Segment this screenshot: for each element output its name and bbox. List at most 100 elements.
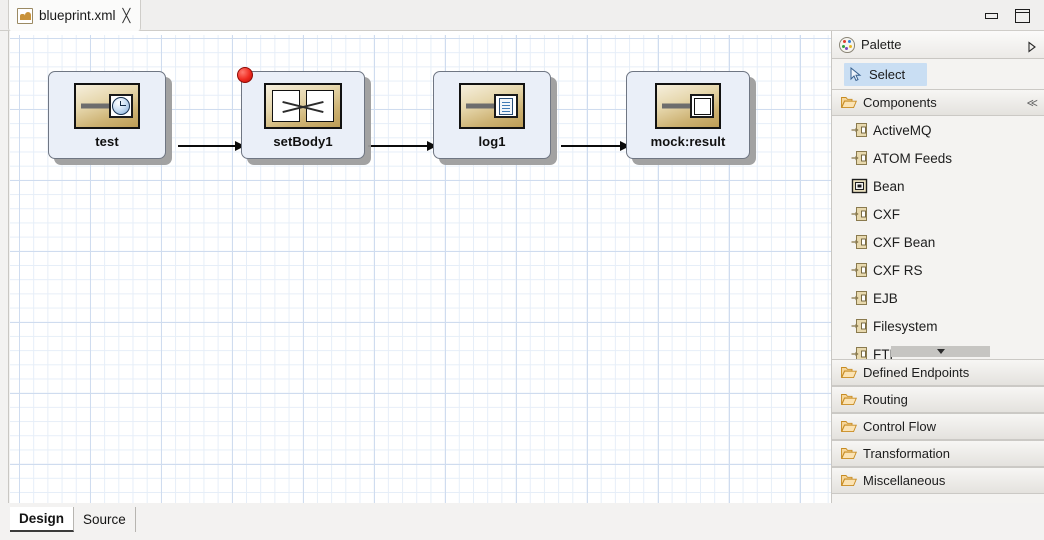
palette-select-item[interactable]: Select — [844, 62, 928, 86]
palette-item-label: ATOM Feeds — [873, 150, 953, 166]
set-body-icon — [264, 83, 342, 129]
connector-log1-to-mockresult — [561, 145, 621, 147]
palette-group-label: Miscellaneous — [863, 473, 946, 488]
node-label: test — [95, 134, 119, 149]
endpoint-icon — [851, 206, 868, 222]
maximize-icon[interactable] — [1015, 8, 1030, 23]
square-glyph — [690, 94, 714, 118]
left-gutter — [0, 31, 9, 503]
palette-item-activemq[interactable]: ActiveMQ — [832, 116, 1044, 144]
palette-item-bean[interactable]: Bean — [832, 172, 1044, 200]
clock-glyph — [109, 94, 133, 118]
mock-endpoint-icon — [655, 83, 721, 129]
palette-item-label: CXF — [873, 206, 900, 222]
inbound-arrow-icon — [466, 103, 496, 109]
endpoint-icon — [851, 290, 868, 306]
node-body[interactable]: setBody1 — [237, 67, 365, 159]
folder-open-icon — [841, 474, 857, 487]
palette-item-cxf[interactable]: CXF — [832, 200, 1044, 228]
route-diagram-canvas[interactable]: test setBody1 log1 mock:result — [10, 31, 831, 503]
bean-icon — [851, 178, 868, 194]
palette-group-label: Control Flow — [863, 419, 936, 434]
tab-source[interactable]: Source — [74, 507, 136, 532]
palette-group-miscellaneous[interactable]: Miscellaneous — [832, 467, 1044, 494]
clock-face — [112, 97, 130, 115]
tab-design-label: Design — [19, 511, 65, 526]
folder-open-icon — [841, 96, 857, 109]
palette-item-label: ActiveMQ — [873, 122, 932, 138]
palette-group-components[interactable]: Components ≪ — [832, 89, 1044, 116]
palette-group-defined-endpoints[interactable]: Defined Endpoints — [832, 359, 1044, 386]
endpoint-icon — [851, 150, 868, 166]
folder-open-icon — [841, 366, 857, 379]
palette-components-list[interactable]: ActiveMQ ATOM Feeds Bean CXF CXF Bean CX… — [832, 116, 1044, 359]
inbound-arrow-icon — [662, 103, 692, 109]
route-node-mockresult[interactable]: mock:result — [626, 71, 756, 165]
close-icon[interactable]: ╳ — [123, 9, 131, 22]
node-body[interactable]: test — [48, 71, 166, 159]
empty-square — [693, 97, 711, 115]
palette-item-label: Bean — [873, 178, 905, 194]
palette-panel: Palette Select Components ≪ ActiveMQ ATO… — [831, 31, 1044, 503]
route-node-test[interactable]: test — [48, 71, 172, 165]
scroll-down-arrow-icon[interactable] — [891, 346, 990, 357]
log-endpoint-icon — [459, 83, 525, 129]
tab-design[interactable]: Design — [10, 507, 75, 532]
inbound-arrow-icon — [81, 103, 111, 109]
palette-group-label: Routing — [863, 392, 908, 407]
endpoint-icon — [851, 234, 868, 250]
folder-open-icon — [841, 420, 857, 433]
timer-endpoint-icon — [74, 83, 140, 129]
palette-select-row[interactable]: Select — [832, 59, 1044, 89]
endpoint-icon — [851, 346, 868, 359]
set-body-glyph — [272, 90, 334, 122]
node-body[interactable]: log1 — [433, 71, 551, 159]
collapse-all-icon[interactable]: ≪ — [1026, 96, 1037, 109]
editor-tab-label: blueprint.xml — [39, 8, 116, 23]
route-node-log1[interactable]: log1 — [433, 71, 557, 165]
breakpoint-indicator-icon[interactable] — [237, 67, 253, 83]
palette-header[interactable]: Palette — [832, 31, 1044, 59]
node-body[interactable]: mock:result — [626, 71, 750, 159]
editor-tab-bar: blueprint.xml ╳ — [0, 0, 1044, 31]
document-glyph — [494, 94, 518, 118]
palette-group-label: Transformation — [863, 446, 950, 461]
palette-item-label: Filesystem — [873, 318, 938, 334]
editor-tab-blueprint-xml[interactable]: blueprint.xml ╳ — [8, 0, 142, 31]
tab-source-label: Source — [83, 512, 126, 527]
endpoint-icon — [851, 318, 868, 334]
connector-setbody1-to-log1 — [368, 145, 428, 147]
palette-item-cxf-rs[interactable]: CXF RS — [832, 256, 1044, 284]
palette-item-ejb[interactable]: EJB — [832, 284, 1044, 312]
folder-open-icon — [841, 447, 857, 460]
editor-body: test setBody1 log1 mock:result Palette S… — [0, 31, 1044, 503]
connector-test-to-setbody1 — [178, 145, 236, 147]
minimize-icon[interactable] — [985, 12, 998, 19]
endpoint-icon — [851, 122, 868, 138]
editor-mode-tabs: Design Source — [10, 507, 136, 532]
triangle-right-icon[interactable] — [1028, 39, 1036, 53]
palette-item-atom-feeds[interactable]: ATOM Feeds — [832, 144, 1044, 172]
eclipse-camel-editor: blueprint.xml ╳ test setBody1 log1 mock:… — [0, 0, 1044, 540]
palette-item-filesystem[interactable]: Filesystem — [832, 312, 1044, 340]
palette-select-label: Select — [869, 66, 906, 82]
palette-group-control-flow[interactable]: Control Flow — [832, 413, 1044, 440]
palette-item-label: CXF RS — [873, 262, 923, 278]
folder-open-icon — [841, 393, 857, 406]
palette-icon — [839, 36, 855, 53]
window-controls — [985, 0, 1030, 31]
editor-footer: Design Source — [0, 503, 1044, 540]
camel-file-icon — [17, 7, 33, 24]
route-node-setbody1[interactable]: setBody1 — [237, 67, 371, 165]
palette-item-cxf-bean[interactable]: CXF Bean — [832, 228, 1044, 256]
set-body-right-box — [306, 90, 334, 122]
palette-group-routing[interactable]: Routing — [832, 386, 1044, 413]
palette-item-label: EJB — [873, 290, 898, 306]
palette-group-label: Components — [863, 95, 937, 110]
palette-group-label: Defined Endpoints — [863, 365, 970, 380]
palette-item-label: CXF Bean — [873, 234, 936, 250]
node-label: mock:result — [650, 134, 726, 149]
palette-group-transformation[interactable]: Transformation — [832, 440, 1044, 467]
node-label: setBody1 — [273, 134, 333, 149]
document-lines — [499, 98, 513, 115]
